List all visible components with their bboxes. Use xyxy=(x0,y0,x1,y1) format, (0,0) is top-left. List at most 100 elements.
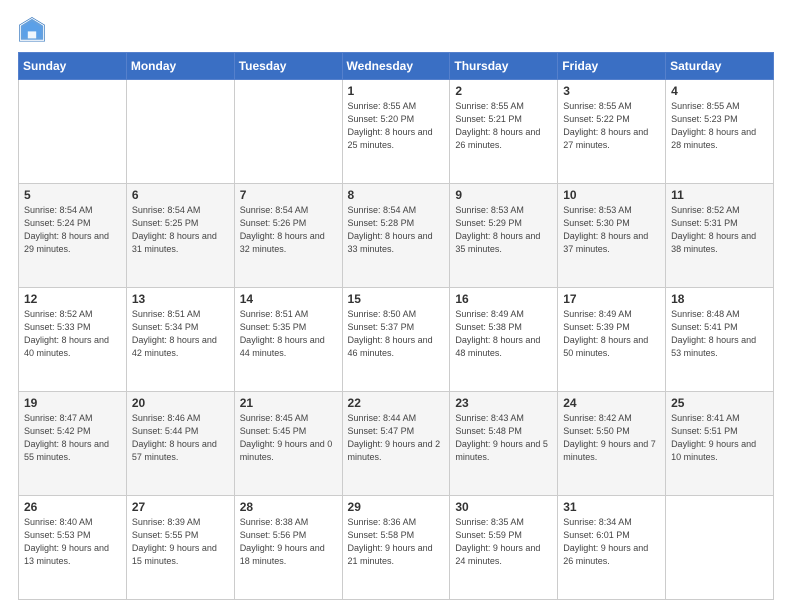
calendar-cell: 15Sunrise: 8:50 AMSunset: 5:37 PMDayligh… xyxy=(342,288,450,392)
day-info: Sunrise: 8:36 AMSunset: 5:58 PMDaylight:… xyxy=(348,516,445,568)
day-info: Sunrise: 8:53 AMSunset: 5:29 PMDaylight:… xyxy=(455,204,552,256)
calendar-cell: 14 Sunrise: 8:51 AMSunset: 5:35 PMDayligh… xyxy=(234,288,342,392)
day-number: 16 xyxy=(455,292,552,306)
day-info: Sunrise: 8:54 AMSunset: 5:24 PMDaylight:… xyxy=(24,204,121,256)
day-number: 1 xyxy=(348,84,445,98)
calendar-cell: 20 Sunrise: 8:46 AMSunset: 5:44 PMDayligh… xyxy=(126,392,234,496)
calendar-cell xyxy=(666,496,774,600)
day-number: 13 xyxy=(132,292,229,306)
weekday-header-thursday: Thursday xyxy=(450,53,558,80)
day-number: 17 xyxy=(563,292,660,306)
calendar-cell: 17 Sunrise: 8:49 AMSunset: 5:39 PMDayligh… xyxy=(558,288,666,392)
calendar-week-1: 1 Sunrise: 8:55 AMSunset: 5:20 PMDaylight… xyxy=(19,80,774,184)
calendar-cell: 24 Sunrise: 8:42 AMSunset: 5:50 PMDayligh… xyxy=(558,392,666,496)
day-info: Sunrise: 8:55 AMSunset: 5:22 PMDaylight:… xyxy=(563,100,660,152)
day-info: Sunrise: 8:34 AMSunset: 6:01 PMDaylight:… xyxy=(563,516,660,568)
calendar-cell: 16Sunrise: 8:49 AMSunset: 5:38 PMDayligh… xyxy=(450,288,558,392)
day-number: 8 xyxy=(348,188,445,202)
day-info: Sunrise: 8:51 AMSunset: 5:35 PMDaylight:… xyxy=(240,308,337,360)
calendar-cell: 1 Sunrise: 8:55 AMSunset: 5:20 PMDaylight… xyxy=(342,80,450,184)
calendar-cell xyxy=(234,80,342,184)
day-number: 10 xyxy=(563,188,660,202)
calendar-cell: 5 Sunrise: 8:54 AMSunset: 5:24 PMDaylight… xyxy=(19,184,127,288)
calendar-cell: 25 Sunrise: 8:41 AMSunset: 5:51 PMDayligh… xyxy=(666,392,774,496)
calendar-cell: 6Sunrise: 8:54 AMSunset: 5:25 PMDaylight… xyxy=(126,184,234,288)
calendar-cell: 12Sunrise: 8:52 AMSunset: 5:33 PMDayligh… xyxy=(19,288,127,392)
day-info: Sunrise: 8:40 AMSunset: 5:53 PMDaylight:… xyxy=(24,516,121,568)
day-info: Sunrise: 8:46 AMSunset: 5:44 PMDaylight:… xyxy=(132,412,229,464)
calendar-cell: 29 Sunrise: 8:36 AMSunset: 5:58 PMDayligh… xyxy=(342,496,450,600)
day-info: Sunrise: 8:47 AMSunset: 5:42 PMDaylight:… xyxy=(24,412,121,464)
day-number: 14 xyxy=(240,292,337,306)
day-number: 25 xyxy=(671,396,768,410)
calendar-cell: 3 Sunrise: 8:55 AMSunset: 5:22 PMDaylight… xyxy=(558,80,666,184)
calendar-cell xyxy=(126,80,234,184)
day-number: 3 xyxy=(563,84,660,98)
calendar-week-5: 26 Sunrise: 8:40 AMSunset: 5:53 PMDayligh… xyxy=(19,496,774,600)
calendar-cell: 8 Sunrise: 8:54 AMSunset: 5:28 PMDaylight… xyxy=(342,184,450,288)
day-info: Sunrise: 8:51 AMSunset: 5:34 PMDaylight:… xyxy=(132,308,229,360)
calendar-cell: 4 Sunrise: 8:55 AMSunset: 5:23 PMDaylight… xyxy=(666,80,774,184)
day-number: 20 xyxy=(132,396,229,410)
weekday-header-sunday: Sunday xyxy=(19,53,127,80)
day-info: Sunrise: 8:54 AMSunset: 5:28 PMDaylight:… xyxy=(348,204,445,256)
day-info: Sunrise: 8:42 AMSunset: 5:50 PMDaylight:… xyxy=(563,412,660,464)
day-info: Sunrise: 8:45 AMSunset: 5:45 PMDaylight:… xyxy=(240,412,337,464)
day-info: Sunrise: 8:35 AMSunset: 5:59 PMDaylight:… xyxy=(455,516,552,568)
calendar-cell: 21 Sunrise: 8:45 AMSunset: 5:45 PMDayligh… xyxy=(234,392,342,496)
day-info: Sunrise: 8:41 AMSunset: 5:51 PMDaylight:… xyxy=(671,412,768,464)
day-number: 4 xyxy=(671,84,768,98)
calendar-cell xyxy=(19,80,127,184)
weekday-header-monday: Monday xyxy=(126,53,234,80)
calendar-cell: 18 Sunrise: 8:48 AMSunset: 5:41 PMDayligh… xyxy=(666,288,774,392)
day-info: Sunrise: 8:48 AMSunset: 5:41 PMDaylight:… xyxy=(671,308,768,360)
calendar-cell: 31 Sunrise: 8:34 AMSunset: 6:01 PMDayligh… xyxy=(558,496,666,600)
day-number: 12 xyxy=(24,292,121,306)
day-info: Sunrise: 8:55 AMSunset: 5:20 PMDaylight:… xyxy=(348,100,445,152)
day-number: 31 xyxy=(563,500,660,514)
day-info: Sunrise: 8:49 AMSunset: 5:39 PMDaylight:… xyxy=(563,308,660,360)
day-number: 27 xyxy=(132,500,229,514)
day-number: 21 xyxy=(240,396,337,410)
day-info: Sunrise: 8:54 AMSunset: 5:26 PMDaylight:… xyxy=(240,204,337,256)
calendar-cell: 27 Sunrise: 8:39 AMSunset: 5:55 PMDayligh… xyxy=(126,496,234,600)
day-number: 6 xyxy=(132,188,229,202)
day-info: Sunrise: 8:55 AMSunset: 5:23 PMDaylight:… xyxy=(671,100,768,152)
day-number: 11 xyxy=(671,188,768,202)
calendar-cell: 26 Sunrise: 8:40 AMSunset: 5:53 PMDayligh… xyxy=(19,496,127,600)
day-info: Sunrise: 8:43 AMSunset: 5:48 PMDaylight:… xyxy=(455,412,552,464)
day-number: 28 xyxy=(240,500,337,514)
day-number: 24 xyxy=(563,396,660,410)
day-info: Sunrise: 8:55 AMSunset: 5:21 PMDaylight:… xyxy=(455,100,552,152)
day-number: 7 xyxy=(240,188,337,202)
calendar-cell: 22Sunrise: 8:44 AMSunset: 5:47 PMDayligh… xyxy=(342,392,450,496)
calendar-cell: 30 Sunrise: 8:35 AMSunset: 5:59 PMDayligh… xyxy=(450,496,558,600)
calendar-week-4: 19 Sunrise: 8:47 AMSunset: 5:42 PMDayligh… xyxy=(19,392,774,496)
weekday-header-wednesday: Wednesday xyxy=(342,53,450,80)
day-number: 30 xyxy=(455,500,552,514)
calendar-cell: 9 Sunrise: 8:53 AMSunset: 5:29 PMDaylight… xyxy=(450,184,558,288)
calendar-week-3: 12Sunrise: 8:52 AMSunset: 5:33 PMDayligh… xyxy=(19,288,774,392)
day-number: 26 xyxy=(24,500,121,514)
weekday-header-saturday: Saturday xyxy=(666,53,774,80)
day-number: 23 xyxy=(455,396,552,410)
logo-icon xyxy=(18,16,46,44)
day-number: 15 xyxy=(348,292,445,306)
day-number: 9 xyxy=(455,188,552,202)
page: SundayMondayTuesdayWednesdayThursdayFrid… xyxy=(0,0,792,612)
day-number: 5 xyxy=(24,188,121,202)
day-number: 19 xyxy=(24,396,121,410)
day-number: 29 xyxy=(348,500,445,514)
logo xyxy=(18,16,52,44)
calendar-cell: 23 Sunrise: 8:43 AMSunset: 5:48 PMDayligh… xyxy=(450,392,558,496)
day-info: Sunrise: 8:53 AMSunset: 5:30 PMDaylight:… xyxy=(563,204,660,256)
calendar-cell: 10 Sunrise: 8:53 AMSunset: 5:30 PMDayligh… xyxy=(558,184,666,288)
header xyxy=(18,16,774,44)
day-info: Sunrise: 8:38 AMSunset: 5:56 PMDaylight:… xyxy=(240,516,337,568)
calendar-cell: 7 Sunrise: 8:54 AMSunset: 5:26 PMDaylight… xyxy=(234,184,342,288)
calendar-week-2: 5 Sunrise: 8:54 AMSunset: 5:24 PMDaylight… xyxy=(19,184,774,288)
day-info: Sunrise: 8:39 AMSunset: 5:55 PMDaylight:… xyxy=(132,516,229,568)
day-info: Sunrise: 8:44 AMSunset: 5:47 PMDaylight:… xyxy=(348,412,445,464)
day-number: 18 xyxy=(671,292,768,306)
day-info: Sunrise: 8:52 AMSunset: 5:31 PMDaylight:… xyxy=(671,204,768,256)
